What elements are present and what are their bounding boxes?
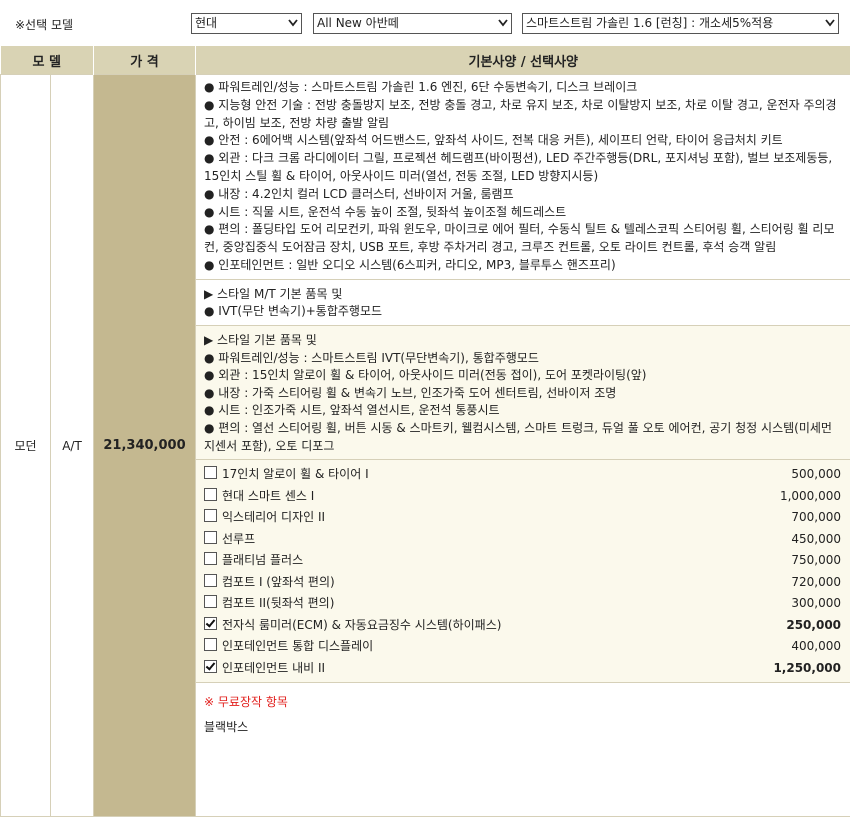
option-label: 인포테인먼트 통합 디스플레이 [222, 639, 374, 654]
style-spec-block: ▶ 스타일 기본 품목 및 ● 파워트레인/성능 : 스마트스트림 IVT(무단… [196, 325, 850, 461]
spec-line: ● 편의 : 폴딩타입 도어 리모컨키, 파워 윈도우, 마이크로 에어 필터,… [204, 222, 835, 255]
brand-select-value: 현대 [195, 16, 218, 30]
option-item[interactable]: 선루프 450,000 [196, 529, 850, 551]
spec-line: ● 파워트레인/성능 : 스마트스트림 IVT(무단변속기), 통합주행모드 [204, 350, 539, 365]
option-label: 전자식 룸미러(ECM) & 자동요금징수 시스템(하이패스) [222, 617, 502, 632]
spec-line: ● 외관 : 15인치 알로이 휠 & 타이어, 아웃사이드 미러(전동 접이)… [204, 368, 647, 383]
spec-line: ▶ 스타일 기본 품목 및 [204, 332, 317, 347]
spec-line: ● 시트 : 직물 시트, 운전석 수동 높이 조절, 뒷좌석 높이조절 헤드레… [204, 204, 567, 219]
basic-spec-block: ● 파워트레인/성능 : 스마트스트림 가솔린 1.6 엔진, 6단 수동변속기… [196, 75, 850, 280]
header-model: 모 델 [0, 46, 95, 75]
option-item[interactable]: 17인치 알로이 휠 & 타이어 I 500,000 [196, 464, 850, 486]
chevron-down-icon [825, 19, 835, 27]
checkbox[interactable] [204, 638, 218, 652]
option-item[interactable]: 익스테리어 디자인 II 700,000 [196, 507, 850, 529]
spec-line: ● 시트 : 인조가죽 시트, 앞좌석 열선시트, 운전석 통풍시트 [204, 403, 500, 418]
option-price: 1,250,000 [773, 660, 842, 675]
option-item[interactable]: 플래티넘 플러스 750,000 [196, 550, 850, 572]
option-price: 500,000 [791, 467, 842, 482]
select-model-label: ※선택 모델 [15, 18, 74, 32]
spec-line: ● 내장 : 4.2인치 컬러 LCD 클러스터, 선바이저 거울, 룸램프 [204, 186, 514, 201]
free-items-section: ※ 무료장작 항목 블랙박스 [196, 683, 850, 745]
header-spec: 기본사양 / 선택사양 [195, 46, 850, 75]
option-label: 현대 스마트 센스 I [222, 488, 315, 503]
checkbox[interactable] [204, 509, 218, 523]
model-selector-bar: ※선택 모델 현대 All New 아반떼 스마트스트림 가솔린 1.6 [런칭… [0, 0, 850, 46]
option-label: 인포테인먼트 내비 II [222, 660, 326, 675]
spec-line: ● 파워트레인/성능 : 스마트스트림 가솔린 1.6 엔진, 6단 수동변속기… [204, 80, 638, 94]
options-list: 17인치 알로이 휠 & 타이어 I 500,000 현대 스마트 센스 I 1,0… [196, 460, 850, 684]
option-price: 400,000 [791, 639, 842, 654]
option-item[interactable]: 전자식 룸미러(ECM) & 자동요금징수 시스템(하이패스) 250,000 [196, 615, 850, 637]
trim-select-value: 스마트스트림 가솔린 1.6 [런칭] : 개소세5%적용 [526, 16, 774, 30]
option-label: 플래티넘 플러스 [222, 553, 304, 568]
spec-line: ● 외관 : 다크 크롬 라디에이터 그릴, 프로젝션 헤드램프(바이펑션), … [204, 151, 833, 183]
chevron-down-icon [498, 19, 508, 27]
free-items-title: ※ 무료장작 항목 [204, 695, 288, 710]
mt-spec-block: ▶ 스타일 M/T 기본 품목 및 ● IVT(무단 변속기)+통합주행모드 [196, 280, 850, 326]
spec-line: ▶ 스타일 M/T 기본 품목 및 [204, 286, 343, 301]
option-item[interactable]: 인포테인먼트 통합 디스플레이 400,000 [196, 636, 850, 658]
option-label: 익스테리어 디자인 II [222, 510, 326, 525]
brand-select[interactable]: 현대 [191, 13, 302, 34]
transmission-cell: A/T [49, 74, 95, 817]
spec-line: ● 안전 : 6에어백 시스템(앞좌석 어드밴스드, 앞좌석 사이드, 전복 대… [204, 133, 783, 148]
trim-select[interactable]: 스마트스트림 가솔린 1.6 [런칭] : 개소세5%적용 [522, 13, 839, 34]
option-price: 720,000 [791, 574, 842, 589]
option-price: 750,000 [791, 553, 842, 568]
model-name-cell: 모던 [0, 74, 51, 817]
checkbox[interactable] [204, 573, 218, 587]
spec-line: ● IVT(무단 변속기)+통합주행모드 [204, 304, 383, 319]
chevron-down-icon [288, 19, 298, 27]
option-label: 컴포트 I (앞좌석 편의) [222, 574, 335, 589]
header-price: 가 격 [93, 46, 197, 75]
price-cell: 21,340,000 [93, 74, 197, 817]
spec-cell: ● 파워트레인/성능 : 스마트스트림 가솔린 1.6 엔진, 6단 수동변속기… [195, 74, 850, 817]
option-price: 1,000,000 [779, 488, 842, 503]
checkbox[interactable] [204, 595, 218, 609]
spec-line: ● 편의 : 열선 스티어링 휠, 버튼 시동 & 스마트키, 웰컴시스템, 스… [204, 420, 832, 453]
checkbox[interactable] [204, 487, 218, 501]
model-select-value: All New 아반떼 [317, 16, 399, 30]
checkbox[interactable] [204, 552, 218, 566]
option-item[interactable]: 인포테인먼트 내비 II 1,250,000 [196, 658, 850, 680]
option-item[interactable]: 컴포트 I (앞좌석 편의) 720,000 [196, 572, 850, 594]
spec-line: ● 내장 : 가죽 스티어링 휠 & 변속기 노브, 인조가죽 도어 센터트림,… [204, 385, 617, 400]
option-item[interactable]: 컴포트 II(뒷좌석 편의) 300,000 [196, 593, 850, 615]
option-item[interactable]: 현대 스마트 센스 I 1,000,000 [196, 486, 850, 508]
checkbox-checked[interactable] [204, 659, 218, 673]
free-item: 블랙박스 [204, 720, 249, 735]
spec-line: ● 지능형 안전 기술 : 전방 충돌방지 보조, 전방 충돌 경고, 차로 유… [204, 97, 837, 130]
spec-line: ● 인포테인먼트 : 일반 오디오 시스템(6스피커, 라디오, MP3, 블루… [204, 257, 616, 272]
option-label: 선루프 [222, 531, 256, 546]
checkbox[interactable] [204, 530, 218, 544]
option-price: 250,000 [786, 617, 842, 632]
checkbox[interactable] [204, 466, 218, 480]
model-select[interactable]: All New 아반떼 [313, 13, 512, 34]
option-price: 700,000 [791, 510, 842, 525]
price-table: 모 델 가 격 기본사양 / 선택사양 모던 A/T 21,340,000 ● … [0, 46, 850, 817]
option-price: 300,000 [791, 596, 842, 611]
option-price: 450,000 [791, 531, 842, 546]
option-label: 컴포트 II(뒷좌석 편의) [222, 596, 335, 611]
checkbox-checked[interactable] [204, 616, 218, 630]
option-label: 17인치 알로이 휠 & 타이어 I [222, 467, 369, 482]
